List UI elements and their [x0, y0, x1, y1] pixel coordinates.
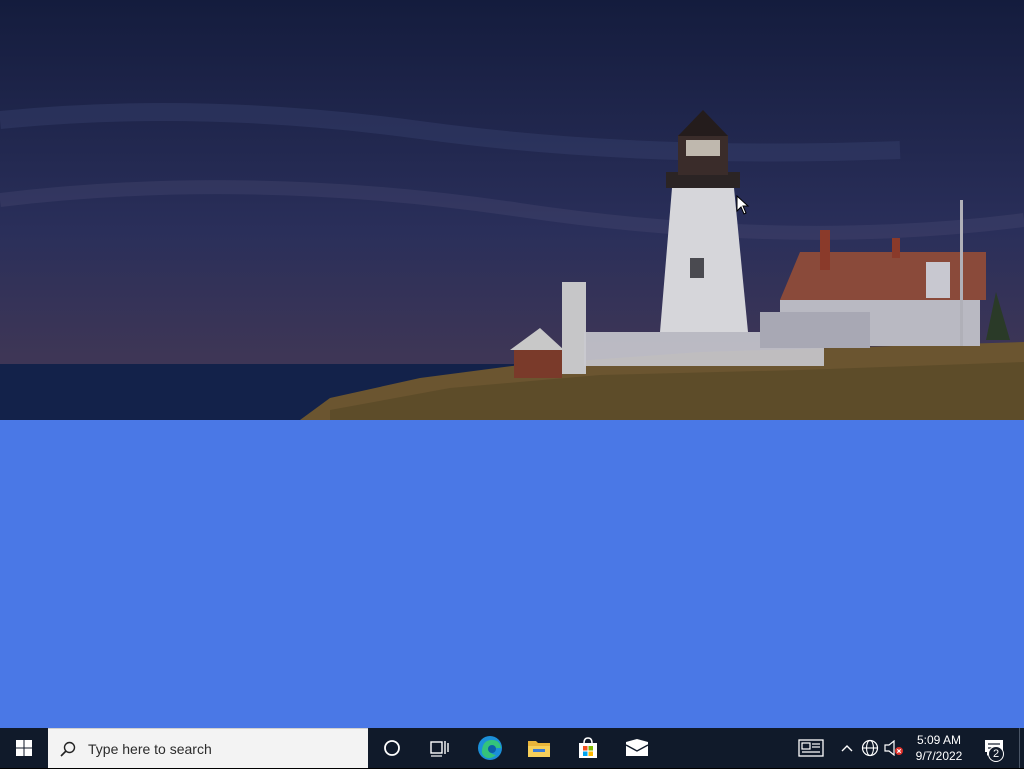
- news-and-interests-button[interactable]: [794, 728, 828, 768]
- microsoft-store-taskbar-button[interactable]: [568, 728, 608, 768]
- desktop[interactable]: [0, 0, 1024, 728]
- network-icon: [861, 739, 879, 757]
- task-view-button[interactable]: [420, 728, 460, 768]
- clock-time: 5:09 AM: [916, 733, 962, 747]
- cortana-button[interactable]: [372, 728, 412, 768]
- desktop-background-fill: [0, 420, 1024, 728]
- mail-icon: [625, 739, 649, 756]
- chevron-up-icon: [841, 745, 853, 752]
- search-icon: [48, 729, 88, 769]
- start-button[interactable]: [0, 728, 48, 768]
- taskbar: 5:09 AM 9/7/2022: [0, 728, 1024, 768]
- windows-logo-icon: [16, 740, 32, 756]
- network-button[interactable]: [860, 728, 880, 768]
- clock-button[interactable]: 5:09 AM 9/7/2022: [908, 728, 970, 768]
- clock-date: 9/7/2022: [915, 749, 963, 763]
- taskbar-search-box[interactable]: [48, 728, 368, 768]
- task-view-icon: [430, 741, 449, 757]
- file-explorer-taskbar-button[interactable]: [519, 728, 559, 768]
- edge-icon: [478, 736, 502, 760]
- search-input[interactable]: [88, 740, 348, 757]
- edge-taskbar-button[interactable]: [470, 728, 510, 768]
- store-icon: [579, 737, 597, 758]
- show-desktop-button[interactable]: [1019, 728, 1024, 768]
- news-icon: [798, 739, 824, 757]
- volume-button[interactable]: [883, 728, 905, 768]
- mouse-pointer-icon: [736, 195, 750, 215]
- file-explorer-icon: [528, 741, 550, 757]
- show-hidden-icons-button[interactable]: [838, 728, 856, 768]
- lighthouse-wallpaper: [0, 0, 1024, 420]
- cortana-icon: [384, 740, 400, 756]
- volume-muted-icon: [884, 740, 903, 756]
- notification-count-badge: 2: [988, 746, 1004, 762]
- mail-taskbar-button[interactable]: [617, 728, 657, 768]
